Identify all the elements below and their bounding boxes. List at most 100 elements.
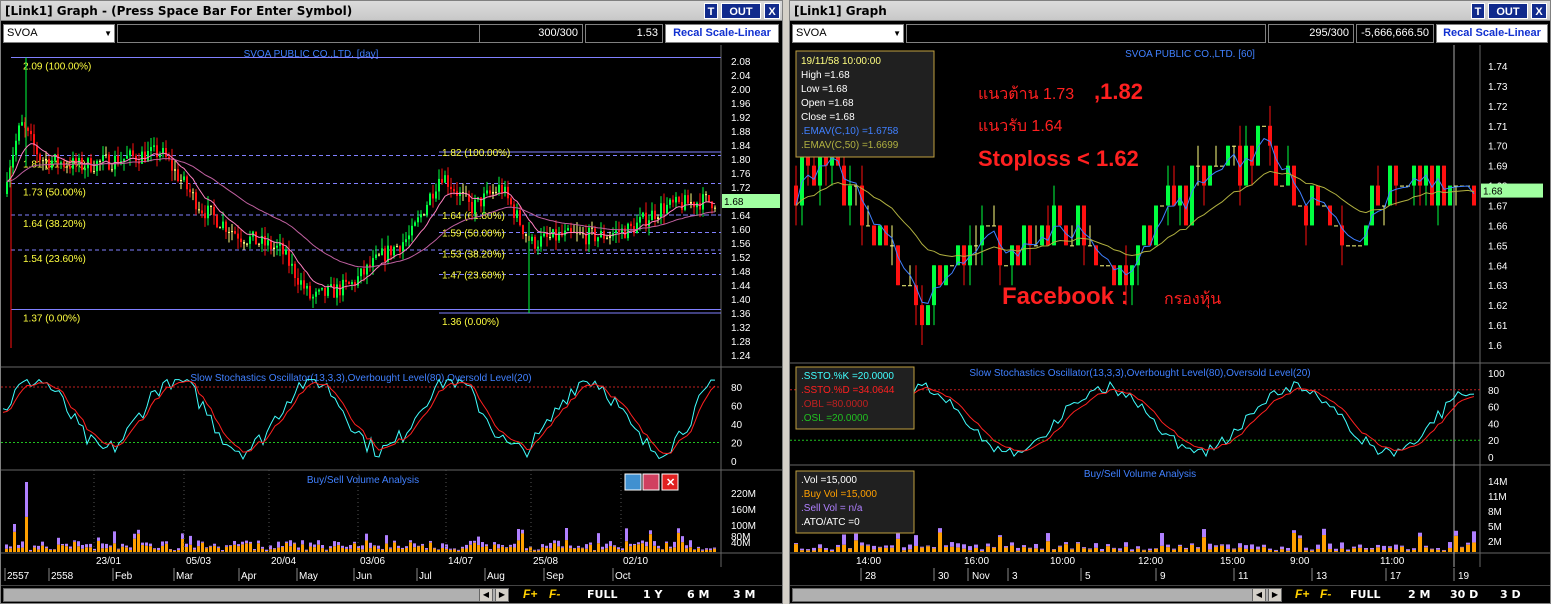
right-close-button[interactable]: X (1531, 3, 1547, 19)
right-chart-canvas[interactable]: SVOA PUBLIC CO.,LTD. [60] 1.74 1.73 1.72 1.7… (790, 45, 1550, 585)
left-scrollbar[interactable] (3, 588, 509, 602)
vol-sell-bar (405, 546, 408, 549)
left-symbol-select[interactable]: SVOA ▼ (3, 24, 115, 43)
vol-buy-bar (369, 548, 372, 552)
vol-sell-bar (217, 546, 220, 548)
vol-sell-bar (209, 545, 212, 547)
left-out-button[interactable]: OUT (721, 3, 761, 19)
left-period-1y[interactable]: 1 Y (643, 588, 662, 602)
right-period-full[interactable]: FULL (1350, 588, 1380, 602)
right-scrollbar[interactable] (792, 588, 1282, 602)
right-symbol-select[interactable]: SVOA ▼ (792, 24, 904, 43)
left-scroll-left-icon[interactable]: ◀ (479, 588, 493, 602)
vol-buy-bar (1148, 550, 1152, 552)
vol-buy-bar (201, 542, 204, 552)
left-period-full[interactable]: FULL (587, 588, 617, 602)
vol-buy-bar (457, 550, 460, 552)
candle-body (201, 210, 203, 214)
price-tick-label: 1.62 (1488, 301, 1508, 312)
vol-buy-bar (1226, 548, 1230, 552)
vol-sell-bar (613, 545, 616, 547)
vol-buy-bar (325, 550, 328, 552)
candle-body (1442, 165, 1446, 206)
candle-body (519, 210, 521, 226)
left-period-6m[interactable]: 6 M (687, 588, 709, 602)
vol-buy-bar (1238, 547, 1242, 552)
vol-buy-bar (85, 547, 88, 552)
right-f-minus-button[interactable]: F- (1320, 587, 1331, 601)
left-recal-scale-button[interactable]: Recal Scale-Linear (665, 24, 779, 43)
vol-sell-bar (165, 541, 168, 544)
vol-sell-bar (341, 545, 344, 548)
vol-buy-bar (665, 542, 668, 552)
right-out-button[interactable]: OUT (1488, 3, 1528, 19)
vol-buy-bar (337, 545, 340, 552)
vol-buy-bar (609, 546, 612, 552)
candle-body (204, 213, 206, 219)
right-period-3d[interactable]: 3 D (1500, 588, 1521, 602)
right-scroll-right-icon[interactable]: ▶ (1268, 588, 1282, 602)
vol-sell-bar (537, 549, 540, 551)
right-title-bar: [Link1] Graph (790, 1, 1550, 21)
vol-buy-bar (165, 543, 168, 552)
right-period-2m[interactable]: 2 M (1408, 588, 1430, 602)
vol-buy-bar (185, 546, 188, 552)
candle-body (848, 185, 852, 206)
left-period-3m[interactable]: 3 M (733, 588, 755, 602)
vol-sell-bar (589, 542, 592, 545)
vol-sell-bar (333, 541, 336, 547)
vol-sell-bar (493, 542, 496, 545)
candle-body (249, 236, 251, 244)
vol-sell-bar (1310, 549, 1314, 551)
vol-sell-bar (381, 548, 384, 550)
left-chart-canvas[interactable]: SVOA PUBLIC CO.,LTD. [day] 2.08 2.04 2.00 1.… (1, 45, 782, 585)
vol-sell-bar (237, 544, 240, 547)
vol-sell-bar (305, 549, 308, 551)
candle-body (618, 230, 620, 233)
vol-buy-bar (13, 531, 16, 552)
vol-sell-bar (281, 546, 284, 547)
fib-label-a: 1.73 (50.00%) (23, 188, 86, 199)
vol-sell-bar (1454, 530, 1458, 536)
vol-sell-bar (385, 535, 388, 544)
candle-body (180, 180, 182, 182)
vol-sell-bar (109, 545, 112, 547)
vol-buy-bar (45, 548, 48, 552)
vol-sell-bar (309, 542, 312, 547)
vol-sell-bar (950, 542, 954, 547)
candle-body (534, 236, 536, 249)
vol-buy-bar (1472, 542, 1476, 552)
vol-buy-bar (113, 543, 116, 552)
left-f-minus-button[interactable]: F- (549, 587, 560, 601)
left-scroll-right-icon[interactable]: ▶ (495, 588, 509, 602)
vol-buy-bar (685, 548, 688, 552)
price-tick-label: 1.40 (731, 295, 751, 306)
right-period-30d[interactable]: 30 D (1450, 588, 1478, 602)
vol-buy-bar (824, 549, 828, 552)
vol-buy-bar (69, 548, 72, 552)
vol-buy-bar (413, 547, 416, 552)
left-f-plus-button[interactable]: F+ (523, 587, 537, 601)
left-t-button[interactable]: T (704, 3, 718, 19)
vol-buy-bar (373, 546, 376, 552)
left-close-button[interactable]: X (764, 3, 780, 19)
right-f-plus-button[interactable]: F+ (1295, 587, 1309, 601)
vol-sell-bar (97, 537, 100, 541)
x-label-bottom: 5 (1085, 571, 1091, 582)
vol-sell-bar (461, 546, 464, 549)
candle-body (186, 176, 188, 190)
vol-sell-bar (497, 544, 500, 549)
vol-buy-bar (709, 550, 712, 552)
vol-sell-bar (29, 549, 32, 552)
right-t-button[interactable]: T (1471, 3, 1485, 19)
right-recal-scale-button[interactable]: Recal Scale-Linear (1436, 24, 1548, 43)
vol-sell-bar (1136, 546, 1140, 549)
ohlc-info-line: 19/11/58 10:00:00 (801, 56, 881, 67)
vol-buy-bar (461, 548, 464, 552)
candle-body (878, 225, 882, 246)
vol-sell-bar (1430, 548, 1434, 550)
candle-body (297, 277, 299, 285)
right-scroll-left-icon[interactable]: ◀ (1252, 588, 1266, 602)
vol-buy-bar (481, 546, 484, 552)
vol-sell-bar (637, 542, 640, 545)
